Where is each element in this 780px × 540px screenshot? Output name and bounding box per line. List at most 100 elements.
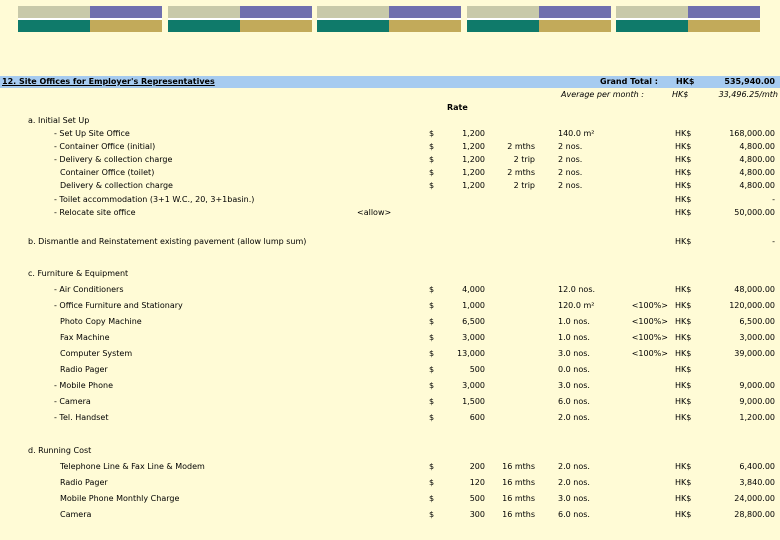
currency-cell: HK$: [675, 301, 692, 310]
row-label: - Container Office (initial): [54, 142, 156, 151]
currency-cell: HK$: [675, 413, 692, 422]
rate-column-header: Rate: [447, 103, 468, 112]
dollar-sign: $: [429, 494, 435, 503]
currency-cell: HK$: [675, 510, 692, 519]
row-label: Mobile Phone Monthly Charge: [60, 494, 180, 503]
row-label: - Relocate site office: [54, 208, 136, 217]
quantity-cell: 3.0 nos.: [558, 381, 590, 390]
currency-cell: HK$: [675, 285, 692, 294]
row-label: Computer System: [60, 349, 133, 358]
quantity-cell: 2 nos.: [558, 155, 583, 164]
row-label: Fax Machine: [60, 333, 110, 342]
row-label: Photo Copy Machine: [60, 317, 142, 326]
currency-cell: HK$: [675, 333, 692, 342]
row-label: Container Office (toilet): [60, 168, 155, 177]
amount-cell: 9,000.00: [739, 381, 775, 390]
rate-cell: 1,200: [462, 181, 485, 190]
banner-tile: [168, 6, 312, 32]
duration-cell: 16 mths: [502, 494, 535, 503]
average-value: 33,496.25/mth: [718, 90, 778, 99]
row-label: - Toilet accommodation (3+1 W.C., 20, 3+…: [54, 195, 255, 204]
dollar-sign: $: [429, 381, 435, 390]
row-label: Camera: [60, 510, 92, 519]
dollar-sign: $: [429, 349, 435, 358]
rate-cell: 1,500: [462, 397, 485, 406]
group-heading: d. Running Cost: [28, 446, 92, 455]
duration-cell: 16 mths: [502, 478, 535, 487]
rate-cell: 200: [469, 462, 485, 471]
row-label: Telephone Line & Fax Line & Modem: [60, 462, 205, 471]
row-label: Radio Pager: [60, 478, 108, 487]
duration-cell: 2 trip: [513, 181, 535, 190]
amount-cell: 28,800.00: [734, 510, 775, 519]
dollar-sign: $: [429, 155, 435, 164]
dollar-sign: $: [429, 181, 435, 190]
currency-cell: HK$: [675, 195, 692, 204]
currency-cell: HK$: [675, 317, 692, 326]
amount-cell: 24,000.00: [734, 494, 775, 503]
dollar-sign: $: [429, 365, 435, 374]
rate-cell: 300: [469, 510, 485, 519]
amount-cell: 1,200.00: [739, 413, 775, 422]
dollar-sign: $: [429, 478, 435, 487]
grand-total-label: Grand Total :: [600, 77, 658, 86]
quantity-cell: 2.0 nos.: [558, 462, 590, 471]
amount-cell: 4,800.00: [739, 142, 775, 151]
rate-cell: 4,000: [462, 285, 485, 294]
percentage-cell: <100%>: [631, 317, 668, 326]
amount-cell: 6,400.00: [739, 462, 775, 471]
average-currency: HK$: [672, 90, 689, 99]
row-label: - Office Furniture and Stationary: [54, 301, 183, 310]
group-heading: c. Furniture & Equipment: [28, 269, 129, 278]
group-heading: a. Initial Set Up: [28, 116, 90, 125]
rate-cell: 13,000: [457, 349, 485, 358]
amount-cell: 4,800.00: [739, 168, 775, 177]
currency-cell: HK$: [675, 142, 692, 151]
average-label: Average per month :: [561, 90, 644, 99]
quantity-cell: 2 nos.: [558, 181, 583, 190]
quantity-cell: 3.0 nos.: [558, 349, 590, 358]
rate-cell: 1,000: [462, 301, 485, 310]
banner-tile: [18, 6, 162, 32]
duration-cell: 16 mths: [502, 510, 535, 519]
dollar-sign: $: [429, 413, 435, 422]
quantity-cell: 2.0 nos.: [558, 478, 590, 487]
amount-cell: 120,000.00: [729, 301, 775, 310]
currency-cell: HK$: [675, 168, 692, 177]
quantity-cell: 6.0 nos.: [558, 397, 590, 406]
currency-cell: HK$: [675, 494, 692, 503]
row-label: Radio Pager: [60, 365, 108, 374]
currency-cell: HK$: [675, 381, 692, 390]
grand-total-currency: HK$: [676, 77, 695, 86]
row-label: - Delivery & collection charge: [54, 155, 173, 164]
quantity-cell: 0.0 nos.: [558, 365, 590, 374]
percentage-cell: <100%>: [631, 301, 668, 310]
quantity-cell: 1.0 nos.: [558, 317, 590, 326]
quantity-cell: 140.0 m²: [558, 129, 595, 138]
rate-cell: 1,200: [462, 129, 485, 138]
rate-cell: 1,200: [462, 168, 485, 177]
percentage-cell: <100%>: [631, 349, 668, 358]
amount-cell: 4,800.00: [739, 155, 775, 164]
currency-cell: HK$: [675, 349, 692, 358]
currency-cell: HK$: [675, 237, 692, 246]
rate-cell: 3,000: [462, 333, 485, 342]
row-label: Delivery & collection charge: [60, 181, 173, 190]
percentage-cell: <100%>: [631, 333, 668, 342]
currency-cell: HK$: [675, 181, 692, 190]
rate-cell: 500: [469, 494, 485, 503]
amount-cell: 3,000.00: [739, 333, 775, 342]
row-label: - Set Up Site Office: [54, 129, 130, 138]
duration-cell: 2 mths: [507, 168, 535, 177]
amount-cell: 168,000.00: [729, 129, 775, 138]
currency-cell: HK$: [675, 365, 692, 374]
rate-cell: 1,200: [462, 155, 485, 164]
dollar-sign: $: [429, 142, 435, 151]
quantity-cell: 6.0 nos.: [558, 510, 590, 519]
quantity-cell: 2 nos.: [558, 168, 583, 177]
amount-cell: 39,000.00: [734, 349, 775, 358]
duration-cell: 2 mths: [507, 142, 535, 151]
quantity-cell: 3.0 nos.: [558, 494, 590, 503]
dollar-sign: $: [429, 317, 435, 326]
currency-cell: HK$: [675, 462, 692, 471]
